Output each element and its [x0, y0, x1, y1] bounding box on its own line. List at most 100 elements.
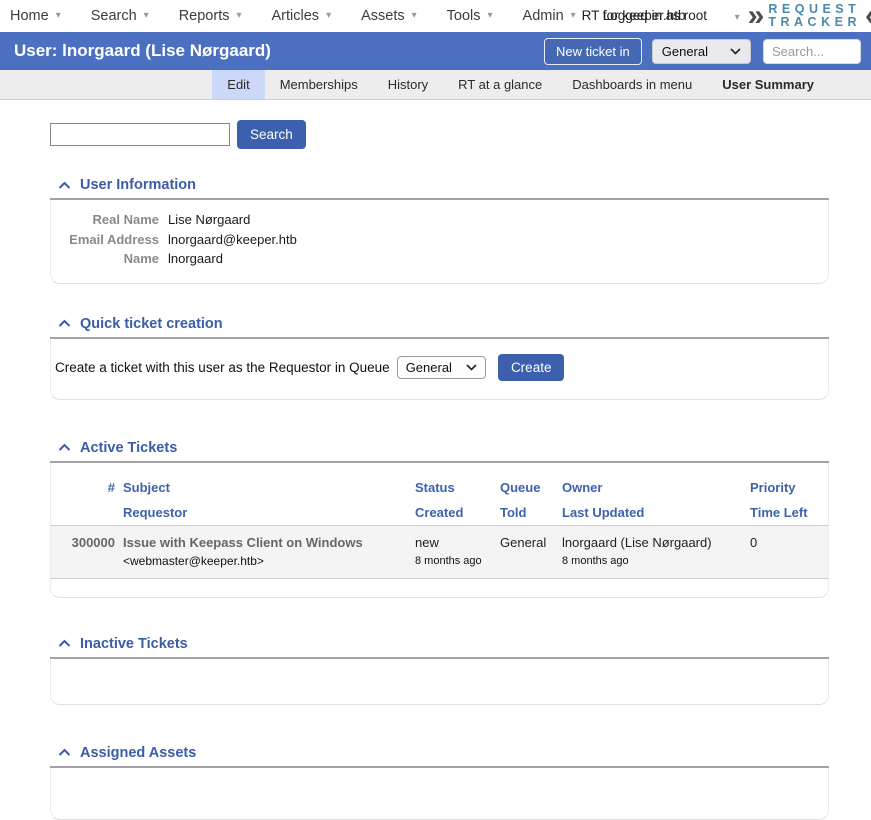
chevron-down-icon: ▾ [412, 11, 417, 21]
table-header-row: # Subject Status Queue Owner Priority [51, 475, 828, 500]
section-title[interactable]: Inactive Tickets [80, 636, 188, 652]
nav-item-articles[interactable]: Articles ▾ [272, 8, 332, 24]
nav-item-search[interactable]: Search ▾ [91, 8, 149, 24]
collapse-icon[interactable] [58, 443, 71, 452]
chevron-down-icon [466, 364, 477, 371]
global-search-input[interactable] [763, 39, 861, 64]
collapse-icon[interactable] [58, 748, 71, 757]
tab-memberships[interactable]: Memberships [265, 70, 373, 99]
tab-history[interactable]: History [373, 70, 443, 99]
col-header-subject[interactable]: Subject [119, 475, 411, 500]
col-header-time-left[interactable]: Time Left [746, 500, 828, 526]
logo-right-chevrons-icon: « [865, 2, 871, 30]
user-search-input[interactable] [50, 123, 230, 146]
ticket-created: 8 months ago [411, 552, 496, 579]
ticket-requestor: <webmaster@keeper.htb> [119, 552, 411, 579]
nav-item-admin[interactable]: Admin ▾ [523, 8, 576, 24]
section-header: User Information [50, 177, 829, 200]
field-label: Real Name [51, 210, 159, 230]
nav-item-label: Reports [179, 8, 230, 24]
ticket-row-line1: 300000 Issue with Keepass Client on Wind… [51, 525, 828, 552]
section-active-tickets: Active Tickets # Subject Status Queue Ow… [50, 440, 829, 598]
section-header: Quick ticket creation [50, 316, 829, 339]
chevron-down-icon: ▾ [56, 11, 61, 21]
nav-item-label: Articles [272, 8, 320, 24]
section-title[interactable]: Quick ticket creation [80, 316, 223, 332]
user-information-body: Real Name Lise Nørgaard Email Address ln… [50, 200, 829, 284]
inactive-tickets-body [50, 659, 829, 705]
chevron-down-icon: ▾ [571, 11, 576, 21]
chevron-down-icon: ▾ [236, 11, 241, 21]
col-header-requestor[interactable]: Requestor [119, 500, 411, 526]
field-value: Lise Nørgaard [159, 210, 250, 230]
ticket-subject-link[interactable]: Issue with Keepass Client on Windows [119, 525, 411, 552]
page-header-bar: User: lnorgaard (Lise Nørgaard) New tick… [0, 32, 871, 70]
tab-dashboards-in-menu[interactable]: Dashboards in menu [557, 70, 707, 99]
col-header-told[interactable]: Told [496, 500, 558, 526]
nav-item-home[interactable]: Home ▾ [10, 8, 61, 24]
create-ticket-button[interactable]: Create [498, 354, 565, 381]
quick-ticket-queue-select[interactable]: General [397, 356, 486, 379]
user-search-form: Search [50, 120, 829, 149]
field-label: Name [51, 249, 159, 269]
col-header-priority[interactable]: Priority [746, 475, 828, 500]
ticket-time-left [746, 552, 828, 579]
nav-item-label: Tools [447, 8, 481, 24]
logo-line2: TRACKER [768, 16, 861, 29]
top-nav: Home ▾ Search ▾ Reports ▾ Articles ▾ Ass… [0, 0, 871, 32]
logged-in-menu[interactable]: Logged in as root [603, 8, 707, 23]
field-row: Email Address lnorgaard@keeper.htb [51, 230, 828, 250]
section-header: Inactive Tickets [50, 636, 829, 659]
col-header-owner[interactable]: Owner [558, 475, 746, 500]
chevron-down-icon: ▾ [488, 11, 493, 21]
logo-left-chevrons-icon: » [748, 2, 765, 30]
field-value: lnorgaard@keeper.htb [159, 230, 297, 250]
main-content: Search User Information Real Name Lise N… [0, 100, 871, 820]
nav-item-assets[interactable]: Assets ▾ [361, 8, 417, 24]
chevron-down-icon: ▾ [144, 11, 149, 21]
ticket-owner: lnorgaard (Lise Nørgaard) [558, 525, 746, 552]
quick-ticket-prompt: Create a ticket with this user as the Re… [55, 360, 390, 375]
new-ticket-button[interactable]: New ticket in [544, 38, 642, 65]
ticket-priority: 0 [746, 525, 828, 552]
ticket-queue: General [496, 525, 558, 552]
col-header-last-updated[interactable]: Last Updated [558, 500, 746, 526]
nav-item-label: Admin [523, 8, 564, 24]
collapse-icon[interactable] [58, 319, 71, 328]
nav-item-label: Assets [361, 8, 405, 24]
section-title[interactable]: User Information [80, 177, 196, 193]
col-header-id[interactable]: # [51, 475, 119, 500]
table-header-row: Requestor Created Told Last Updated Time… [51, 500, 828, 526]
tab-edit[interactable]: Edit [212, 70, 264, 99]
user-search-button[interactable]: Search [237, 120, 306, 149]
ticket-id-link[interactable]: 300000 [51, 525, 119, 552]
field-row: Real Name Lise Nørgaard [51, 210, 828, 230]
col-header-status[interactable]: Status [411, 475, 496, 500]
section-header: Assigned Assets [50, 745, 829, 768]
ticket-last-updated: 8 months ago [558, 552, 746, 579]
chevron-down-icon: ▾ [326, 11, 331, 21]
section-user-information: User Information Real Name Lise Nørgaard… [50, 177, 829, 284]
field-value: lnorgaard [159, 249, 223, 269]
section-title[interactable]: Active Tickets [80, 440, 177, 456]
col-header-created[interactable]: Created [411, 500, 496, 526]
section-title[interactable]: Assigned Assets [80, 745, 196, 761]
ticket-row-line2: <webmaster@keeper.htb> 8 months ago 8 mo… [51, 552, 828, 579]
collapse-icon[interactable] [58, 639, 71, 648]
nav-item-label: Search [91, 8, 137, 24]
section-quick-ticket-creation: Quick ticket creation Create a ticket wi… [50, 316, 829, 400]
collapse-icon[interactable] [58, 181, 71, 190]
col-header-queue[interactable]: Queue [496, 475, 558, 500]
tab-bar: Edit Memberships History RT at a glance … [0, 70, 871, 100]
nav-item-tools[interactable]: Tools ▾ [447, 8, 493, 24]
request-tracker-logo: » REQUEST TRACKER « [748, 2, 871, 30]
queue-select[interactable]: General [652, 39, 751, 64]
chevron-down-icon [730, 48, 741, 55]
quick-ticket-body: Create a ticket with this user as the Re… [50, 339, 829, 400]
nav-item-reports[interactable]: Reports ▾ [179, 8, 242, 24]
tab-rt-at-a-glance[interactable]: RT at a glance [443, 70, 557, 99]
tab-user-summary[interactable]: User Summary [707, 70, 829, 99]
logo-wordmark: REQUEST TRACKER [768, 3, 861, 29]
section-header: Active Tickets [50, 440, 829, 463]
chevron-down-icon: ▾ [735, 12, 740, 23]
